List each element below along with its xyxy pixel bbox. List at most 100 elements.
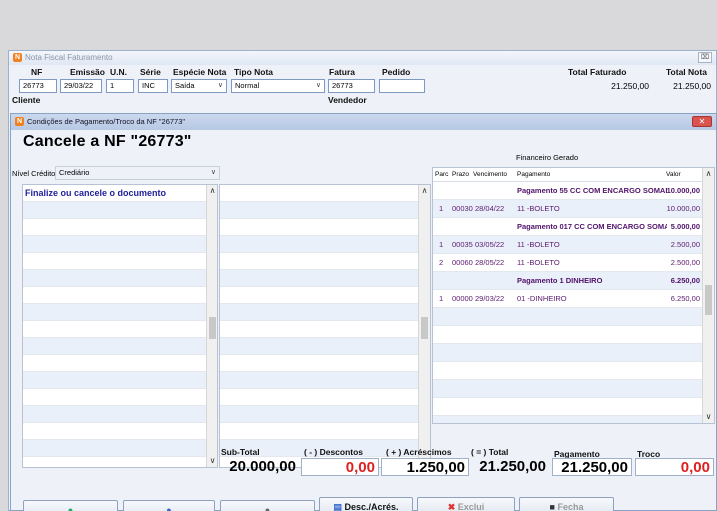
grid-row[interactable] (220, 372, 418, 389)
message-grid[interactable]: Finalize ou cancele o documento ∧ ∨ (22, 184, 218, 468)
emissao-field[interactable]: 29/03/22 (60, 79, 102, 93)
financeiro-row[interactable] (433, 308, 702, 326)
message-grid-scrollbar[interactable]: ∧ ∨ (206, 185, 217, 467)
bottom-button-2[interactable]: ● (123, 500, 215, 511)
cell-vencimento (475, 272, 515, 289)
vendedor-label: Vendedor (328, 95, 367, 105)
grid-row[interactable] (220, 338, 418, 355)
scroll-down-icon[interactable]: ∨ (207, 455, 217, 467)
un-field[interactable]: 1 (106, 79, 134, 93)
financeiro-row[interactable] (433, 416, 702, 423)
acrescimos-field[interactable]: 1.250,00 (381, 458, 469, 476)
grid-row[interactable] (220, 406, 418, 423)
scroll-thumb[interactable] (421, 317, 428, 339)
serie-field[interactable]: INC (138, 79, 168, 93)
financeiro-row[interactable]: Pagamento 1 DINHEIRO 6.250,00 (433, 272, 702, 290)
grid-row[interactable] (23, 253, 206, 270)
grid-row[interactable] (220, 202, 418, 219)
total-faturado-label: Total Faturado (568, 67, 627, 77)
descontos-field[interactable]: 0,00 (301, 458, 379, 476)
especie-select[interactable]: Saída (171, 79, 227, 93)
middle-grid[interactable]: ∧ ∨ (219, 184, 431, 468)
financeiro-row[interactable]: 1 00035 03/05/22 11 -BOLETO 2.500,00 (433, 236, 702, 254)
exclui-label: Exclui (457, 502, 485, 511)
financeiro-row[interactable] (433, 362, 702, 380)
grid-row[interactable] (220, 423, 418, 440)
cell-vencimento: 28/04/22 (475, 204, 505, 213)
grid-row[interactable] (23, 389, 206, 406)
cell-valor: 6.250,00 (670, 276, 700, 285)
grid-row[interactable] (220, 287, 418, 304)
scroll-thumb[interactable] (209, 317, 216, 339)
scroll-down-icon[interactable]: ∨ (703, 411, 714, 423)
cell-parc: 1 (439, 204, 444, 213)
cell-valor: 10.000,00 (666, 186, 700, 195)
bottom-button-3[interactable]: ● (220, 500, 315, 511)
pedido-field[interactable] (379, 79, 425, 93)
financeiro-row[interactable]: 1 00000 29/03/22 01 -DINHEIRO 6.250,00 (433, 290, 702, 308)
grid-row[interactable] (23, 219, 206, 236)
cell-parc: 1 (439, 240, 444, 249)
financeiro-grid[interactable]: Parc Prazo Vencimento Pagamento Valor Pa… (432, 167, 715, 424)
tipo-nota-select[interactable]: Normal (231, 79, 325, 93)
financeiro-row[interactable]: 2 00060 28/05/22 11 -BOLETO 2.500,00 (433, 254, 702, 272)
acrescimos-label: ( + ) Acréscimos (386, 447, 452, 457)
grid-row[interactable] (23, 406, 206, 423)
nivel-credito-select[interactable]: Crediário (55, 166, 220, 180)
serie-label: Série (140, 67, 161, 77)
grid-row[interactable] (220, 185, 418, 202)
total-nota-label: Total Nota (666, 67, 707, 77)
total-label: ( = ) Total (471, 447, 509, 457)
especie-label: Espécie Nota (173, 67, 227, 77)
desc-acres-button[interactable]: ▤ Desc./Acrés. (319, 497, 413, 511)
col-pagamento: Pagamento (517, 171, 551, 178)
grid-row[interactable] (220, 355, 418, 372)
grid-row[interactable] (23, 304, 206, 321)
scroll-up-icon[interactable]: ∧ (207, 185, 217, 197)
grid-row[interactable] (220, 219, 418, 236)
grid-row[interactable] (23, 287, 206, 304)
scroll-up-icon[interactable]: ∧ (419, 185, 430, 197)
financeiro-scrollbar[interactable]: ∧ ∨ (702, 168, 714, 423)
grid-row[interactable] (23, 270, 206, 287)
fatura-label: Fatura (329, 67, 355, 77)
middle-grid-scrollbar[interactable]: ∧ ∨ (418, 185, 430, 467)
grid-row[interactable] (23, 372, 206, 389)
grid-row[interactable] (23, 355, 206, 372)
cell-valor: 2.500,00 (670, 240, 700, 249)
payment-conditions-dialog: N Condições de Pagamento/Troco da NF "26… (10, 113, 717, 511)
grid-row[interactable] (23, 202, 206, 219)
financeiro-row[interactable]: Pagamento 55 CC COM ENCARGO SOMADO ULT.1… (433, 182, 702, 200)
pagamento-field[interactable]: 21.250,00 (552, 458, 632, 476)
fecha-button[interactable]: ■ Fecha (519, 497, 614, 511)
grid-row[interactable] (23, 423, 206, 440)
exclui-button[interactable]: ✖ Exclui (417, 497, 515, 511)
fatura-field[interactable]: 26773 (328, 79, 375, 93)
grid-row[interactable] (23, 457, 206, 467)
grid-row[interactable] (23, 440, 206, 457)
financeiro-row[interactable] (433, 398, 702, 416)
troco-field[interactable]: 0,00 (635, 458, 714, 476)
financeiro-row[interactable] (433, 380, 702, 398)
nf-field[interactable]: 26773 (19, 79, 57, 93)
financeiro-row[interactable]: Pagamento 017 CC COM ENCARGO SOMADO ULT.… (433, 218, 702, 236)
main-close-button[interactable]: ⌧ (698, 52, 712, 63)
grid-row[interactable] (220, 389, 418, 406)
bottom-button-1[interactable]: ● (23, 500, 118, 511)
financeiro-row[interactable] (433, 344, 702, 362)
grid-row[interactable] (23, 236, 206, 253)
delete-icon: ✖ (447, 502, 456, 511)
scroll-thumb[interactable] (705, 285, 712, 315)
grid-row[interactable] (220, 321, 418, 338)
grid-row[interactable] (23, 338, 206, 355)
scroll-up-icon[interactable]: ∧ (703, 168, 714, 180)
grid-row[interactable] (220, 270, 418, 287)
dialog-close-button[interactable]: ✕ (692, 116, 712, 127)
financeiro-row[interactable]: 1 00030 28/04/22 11 -BOLETO 10.000,00 (433, 200, 702, 218)
cell-parc (439, 218, 451, 235)
financeiro-row[interactable] (433, 326, 702, 344)
grid-row[interactable] (23, 321, 206, 338)
grid-row[interactable] (220, 236, 418, 253)
grid-row[interactable] (220, 304, 418, 321)
grid-row[interactable] (220, 253, 418, 270)
